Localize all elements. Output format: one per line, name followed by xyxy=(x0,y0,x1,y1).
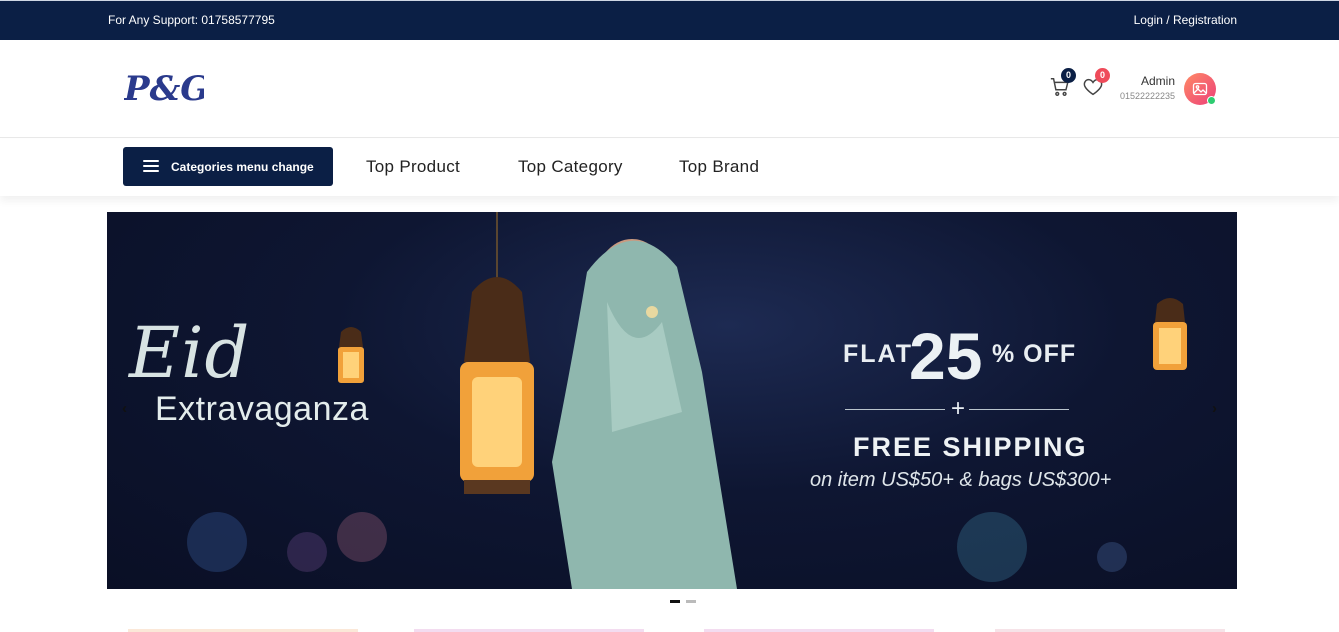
header: P&G 0 0 Admin 01522222235 xyxy=(0,40,1339,138)
online-status-dot xyxy=(1207,96,1216,105)
slide-dot[interactable] xyxy=(686,600,696,603)
banner-divider-left xyxy=(845,409,945,410)
bokeh-light xyxy=(1097,542,1127,572)
slide-dot-active[interactable] xyxy=(670,600,680,603)
nav-link-top-product[interactable]: Top Product xyxy=(366,157,460,177)
hero-banner-slider[interactable]: ‹ › Eid Extravaganza FLAT 25 % OFF + FRE… xyxy=(107,212,1237,589)
banner-plus-sign: + xyxy=(951,395,966,422)
banner-shipping-condition: on item US$50+ & bags US$300+ xyxy=(810,469,1112,491)
small-lantern-left xyxy=(338,327,364,383)
banner-off-text: % OFF xyxy=(992,340,1077,368)
categories-menu-button[interactable]: Categories menu change xyxy=(123,147,333,186)
image-placeholder-icon xyxy=(1192,82,1208,96)
nav-link-top-category[interactable]: Top Category xyxy=(518,157,623,177)
next-slide-arrow[interactable]: › xyxy=(1212,400,1217,417)
bokeh-light xyxy=(287,532,327,572)
banner-divider-right xyxy=(969,409,1069,410)
lantern-illustration xyxy=(460,212,534,494)
bokeh-light xyxy=(337,512,387,562)
user-phone: 01522222235 xyxy=(1119,91,1175,101)
banner-extravaganza-text: Extravaganza xyxy=(155,390,369,428)
small-lantern-right xyxy=(1153,298,1187,370)
banner-percent-value: 25 xyxy=(909,319,983,393)
banner-flat-text: FLAT xyxy=(843,340,914,368)
hamburger-icon xyxy=(143,160,159,172)
categories-menu-label: Categories menu change xyxy=(171,160,314,174)
logo-text: P&G xyxy=(124,69,204,109)
bokeh-light xyxy=(187,512,247,572)
prev-slide-arrow[interactable]: ‹ xyxy=(122,400,127,417)
support-text: For Any Support: 01758577795 xyxy=(108,13,275,27)
login-registration-link[interactable]: Login / Registration xyxy=(1134,13,1237,27)
model-figure xyxy=(552,239,737,589)
bokeh-light xyxy=(957,512,1027,582)
brand-logo[interactable]: P&G xyxy=(123,68,209,110)
nav-link-top-brand[interactable]: Top Brand xyxy=(679,157,759,177)
banner-free-shipping: FREE SHIPPING xyxy=(853,432,1088,462)
user-name[interactable]: Admin xyxy=(1100,74,1175,88)
top-bar: For Any Support: 01758577795 Login / Reg… xyxy=(0,0,1339,40)
main-navigation: Categories menu change Top Product Top C… xyxy=(0,139,1339,196)
banner-eid-text: Eid xyxy=(129,312,251,394)
cart-count-badge: 0 xyxy=(1061,68,1076,83)
